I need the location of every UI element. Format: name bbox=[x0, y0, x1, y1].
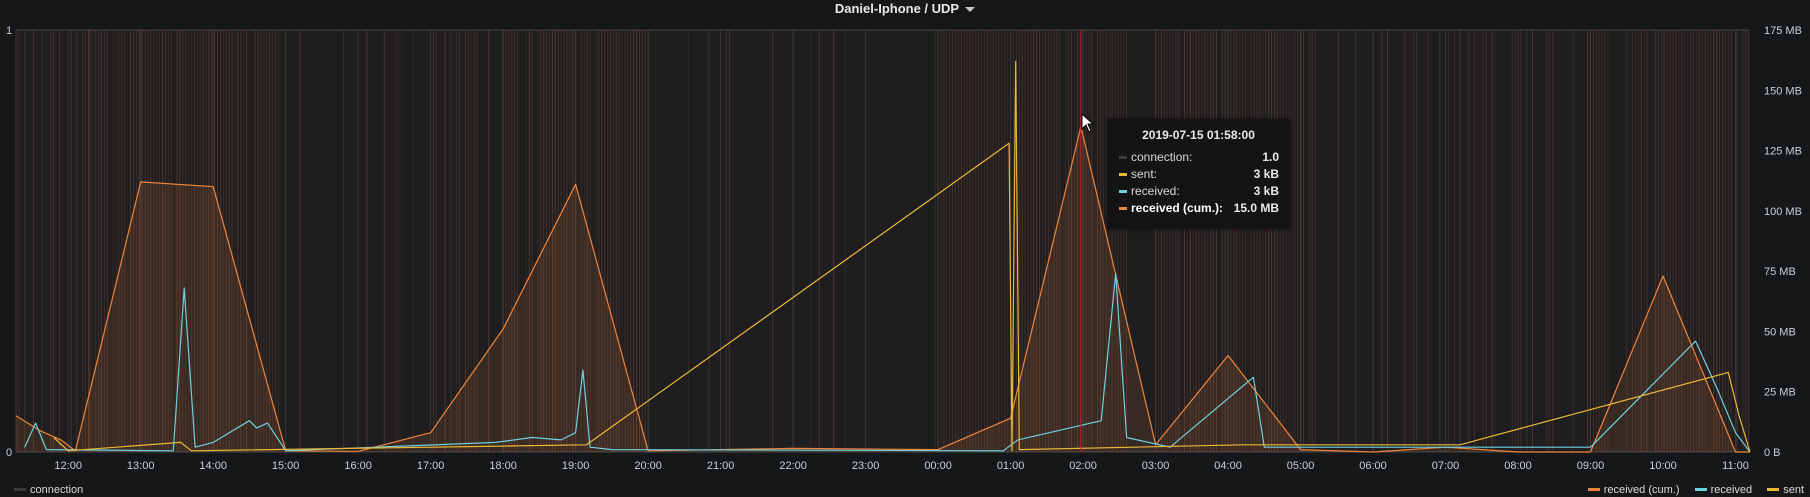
x-tick-label: 13:00 bbox=[127, 460, 155, 472]
x-tick-label: 19:00 bbox=[562, 460, 590, 472]
tooltip-row-received-cum: received (cum.): 15.0 MB bbox=[1119, 200, 1279, 216]
x-tick-label: 08:00 bbox=[1504, 460, 1532, 472]
x-tick-label: 11:00 bbox=[1722, 460, 1749, 472]
legend-label: received bbox=[1710, 483, 1753, 496]
x-tick-label: 00:00 bbox=[924, 460, 952, 472]
x-tick-label: 14:00 bbox=[199, 460, 227, 472]
x-tick-label: 16:00 bbox=[344, 460, 372, 472]
legend-item-received[interactable]: received bbox=[1694, 483, 1753, 496]
tooltip-label: received: bbox=[1131, 184, 1180, 198]
legend-label: connection bbox=[30, 483, 84, 496]
x-tick-label: 17:00 bbox=[417, 460, 445, 472]
tooltip-label: received (cum.): bbox=[1131, 201, 1224, 215]
x-tick-label: 22:00 bbox=[779, 460, 807, 472]
y-right-tick-label: 125 MB bbox=[1764, 146, 1802, 158]
tooltip-value: 1.0 bbox=[1262, 150, 1279, 164]
tooltip-row-sent: sent: 3 kB bbox=[1119, 166, 1279, 182]
y-right-tick-label: 50 MB bbox=[1764, 326, 1796, 338]
legend-label: received (cum.) bbox=[1603, 483, 1680, 496]
x-tick-label: 03:00 bbox=[1142, 460, 1170, 472]
legend-left: connection bbox=[14, 482, 83, 496]
y-right-tick-label: 150 MB bbox=[1764, 85, 1802, 97]
x-tick-label: 05:00 bbox=[1287, 460, 1315, 472]
y-right-tick-label: 175 MB bbox=[1764, 25, 1802, 37]
tooltip-swatch bbox=[1119, 190, 1127, 194]
legend-swatch bbox=[1587, 488, 1600, 491]
tooltip-swatch bbox=[1119, 207, 1127, 211]
legend-right: received (cum.) received sent bbox=[1587, 482, 1804, 496]
tooltip-swatch bbox=[1119, 173, 1127, 177]
tooltip-label: connection: bbox=[1131, 150, 1193, 164]
x-tick-label: 20:00 bbox=[634, 460, 662, 472]
legend-item-sent[interactable]: sent bbox=[1767, 484, 1804, 496]
legend: connection received (cum.) received sent bbox=[0, 482, 1810, 497]
x-tick-label: 15:00 bbox=[272, 460, 300, 472]
x-tick-label: 09:00 bbox=[1577, 460, 1605, 472]
x-tick-label: 21:00 bbox=[707, 460, 735, 472]
legend-swatch bbox=[14, 488, 26, 491]
connection-series bbox=[15, 30, 1750, 452]
mouse-cursor-icon bbox=[1081, 113, 1095, 133]
y-left-tick-label: 1 bbox=[6, 25, 12, 37]
tooltip-value: 3 kB bbox=[1253, 167, 1279, 181]
chart-area[interactable]: 12:00 13:00 14:00 15:00 16:00 17:00 18:00 19:00… bbox=[0, 0, 1810, 482]
legend-item-connection[interactable]: connection bbox=[14, 484, 83, 496]
x-tick-label: 12:00 bbox=[54, 460, 82, 472]
x-tick-label: 02:00 bbox=[1069, 460, 1097, 472]
tooltip-swatch bbox=[1119, 156, 1127, 160]
x-tick-label: 06:00 bbox=[1359, 460, 1387, 472]
legend-label: sent bbox=[1783, 483, 1804, 496]
tooltip-row-received: received: 3 kB bbox=[1119, 183, 1279, 199]
x-tick-label: 01:00 bbox=[997, 460, 1025, 472]
legend-swatch bbox=[1694, 488, 1707, 491]
tooltip-label: sent: bbox=[1131, 167, 1158, 181]
y-right-tick-label: 0 B bbox=[1764, 447, 1781, 459]
tooltip-value: 15.0 MB bbox=[1233, 201, 1279, 215]
legend-item-received-cum[interactable]: received (cum.) bbox=[1587, 483, 1680, 496]
tooltip-value: 3 kB bbox=[1253, 184, 1279, 198]
tooltip-row-connection: connection: 1.0 bbox=[1119, 149, 1279, 165]
x-tick-label: 10:00 bbox=[1649, 460, 1677, 472]
y-right-tick-label: 75 MB bbox=[1764, 266, 1796, 278]
tooltip-time: 2019-07-15 01:58:00 bbox=[1142, 128, 1255, 142]
y-left-tick-label: 0 bbox=[6, 447, 12, 459]
legend-swatch bbox=[1767, 488, 1780, 491]
y-right-tick-label: 25 MB bbox=[1764, 387, 1796, 399]
x-tick-label: 07:00 bbox=[1432, 460, 1460, 472]
x-tick-label: 18:00 bbox=[489, 460, 517, 472]
tooltip: 2019-07-15 01:58:00 connection: 1.0 sent:… bbox=[1107, 119, 1290, 229]
x-tick-label: 23:00 bbox=[852, 460, 880, 472]
x-tick-label: 04:00 bbox=[1214, 460, 1242, 472]
y-right-tick-label: 100 MB bbox=[1764, 206, 1802, 218]
plot-background bbox=[16, 30, 1750, 452]
